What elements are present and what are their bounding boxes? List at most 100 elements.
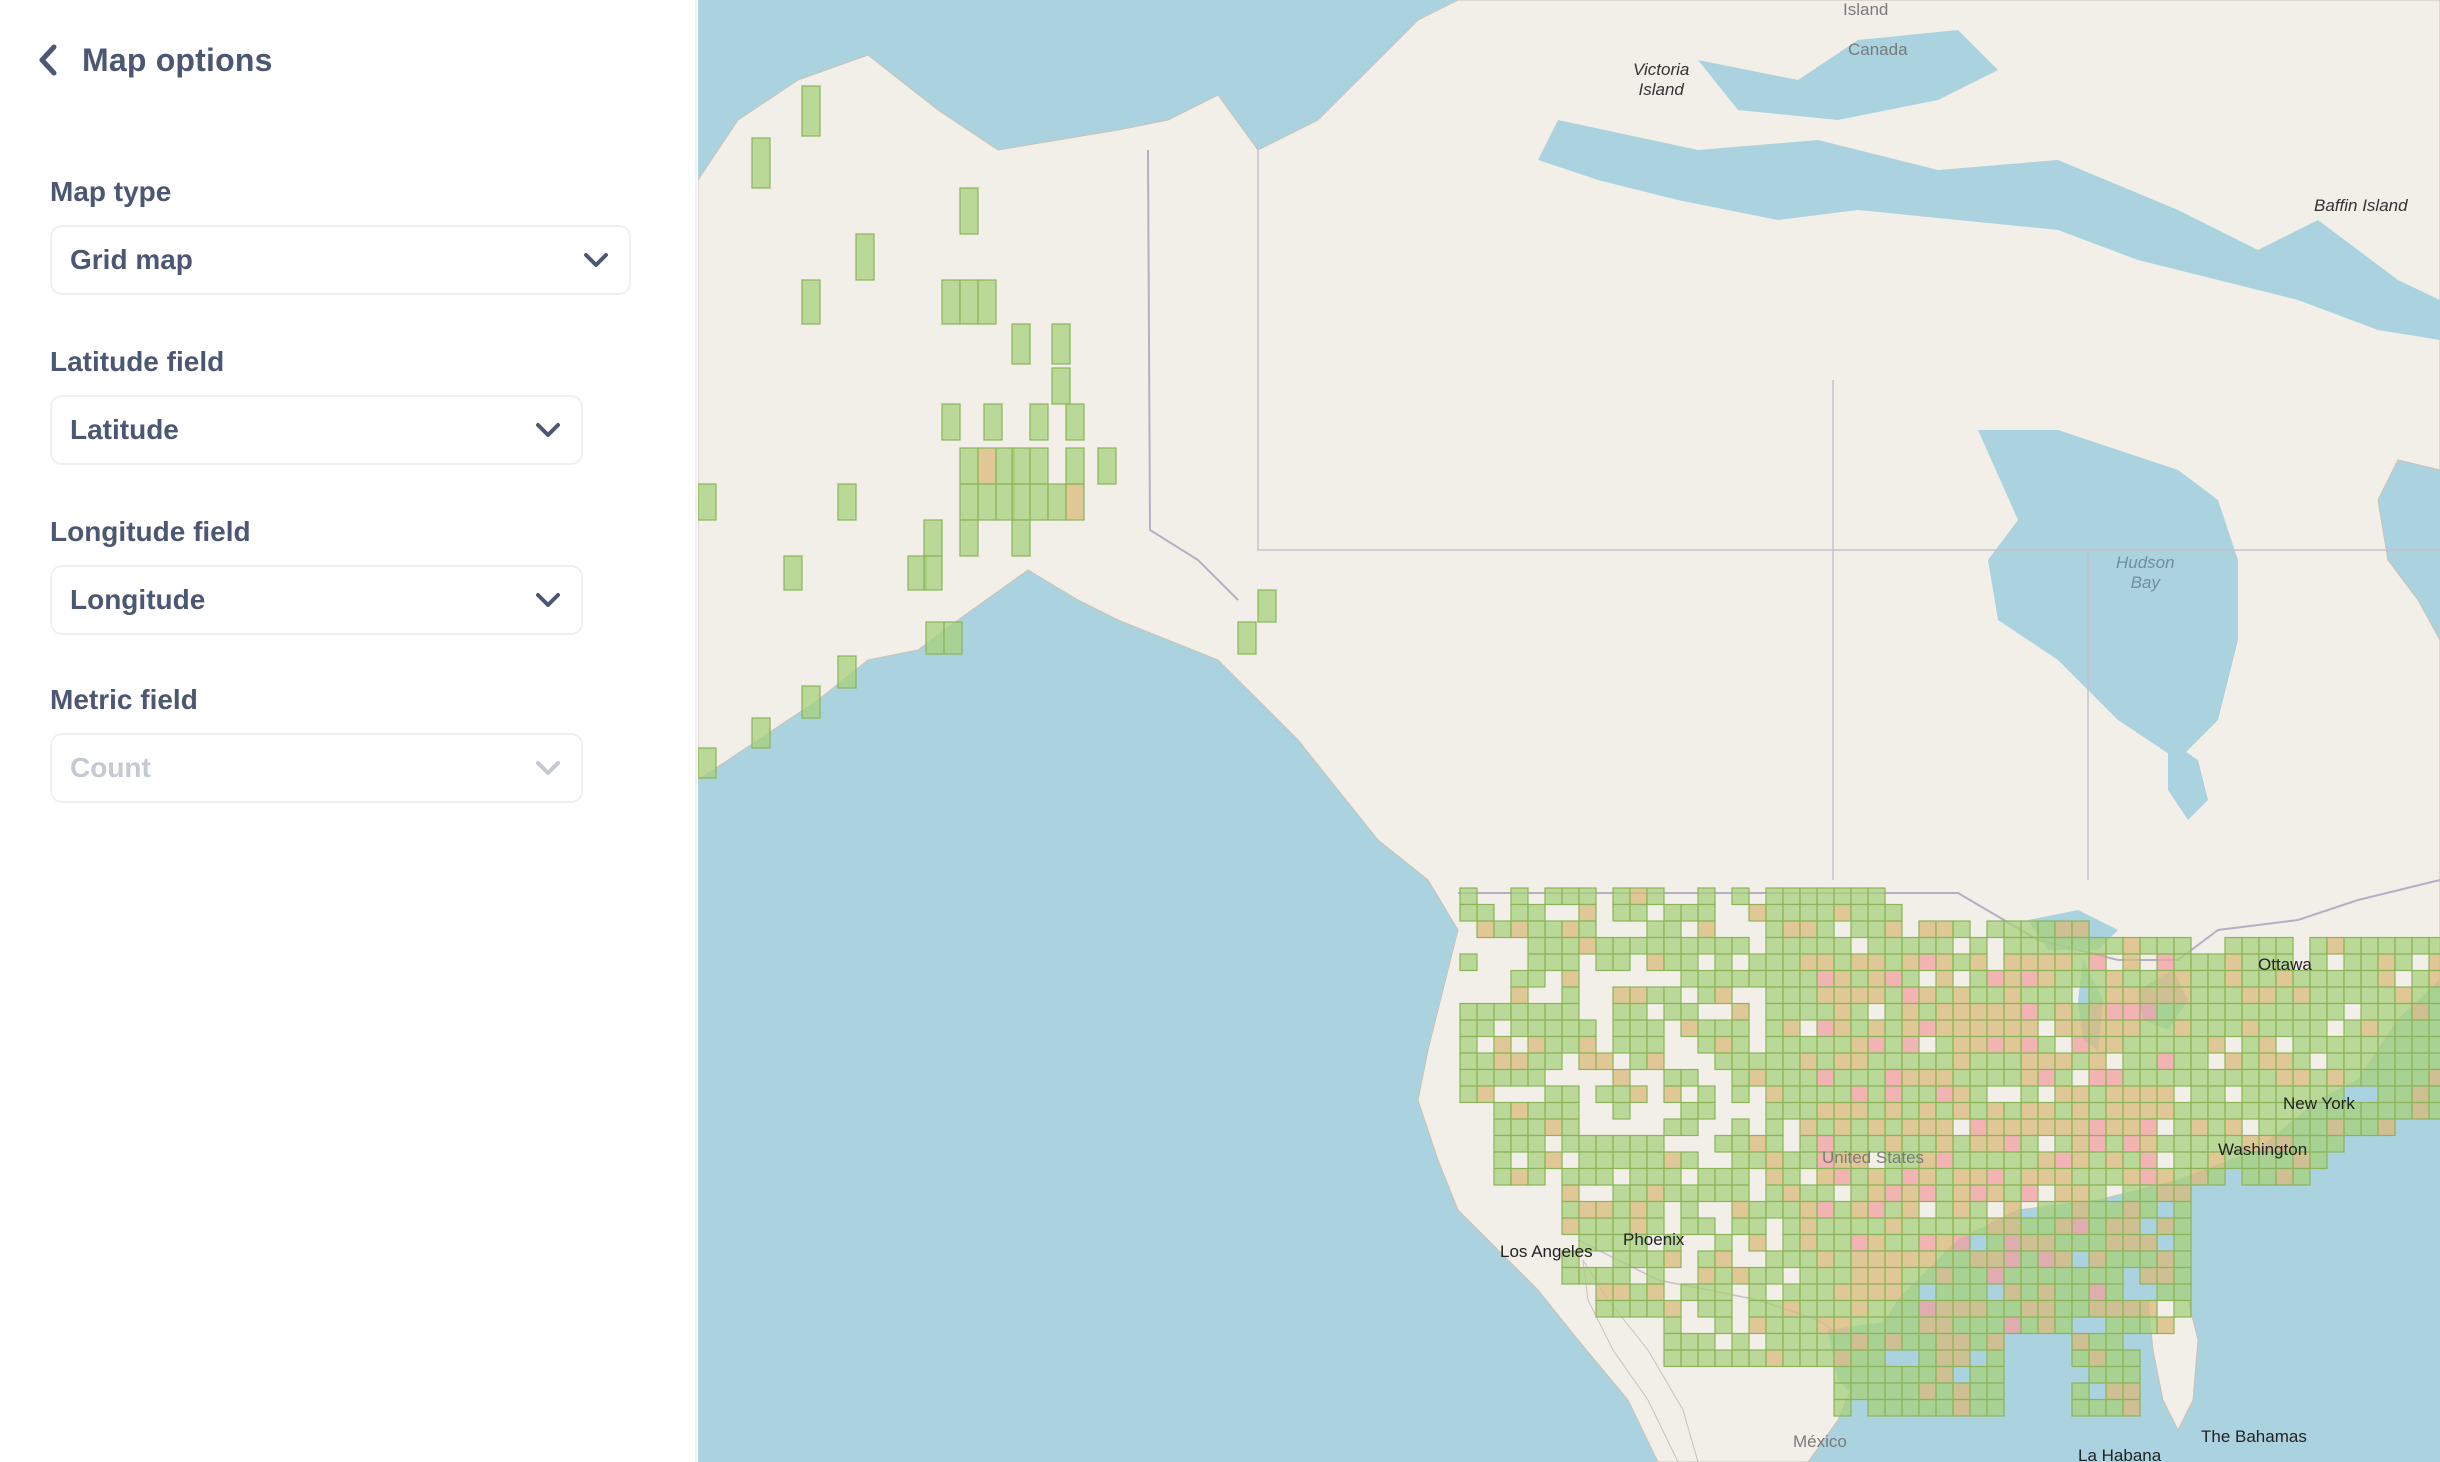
grid-cell[interactable] bbox=[2037, 1217, 2056, 1236]
grid-cell[interactable] bbox=[1697, 1035, 1716, 1054]
grid-cell[interactable] bbox=[1816, 1200, 1835, 1219]
grid-cell[interactable] bbox=[1697, 986, 1716, 1005]
grid-cell[interactable] bbox=[1714, 969, 1733, 988]
grid-cell[interactable] bbox=[1257, 589, 1277, 623]
grid-cell[interactable] bbox=[2054, 1151, 2073, 1170]
grid-cell[interactable] bbox=[2394, 1085, 2413, 1104]
grid-cell[interactable] bbox=[2292, 1118, 2311, 1137]
grid-cell[interactable] bbox=[1065, 483, 1085, 521]
grid-cell[interactable] bbox=[907, 555, 927, 591]
grid-cell[interactable] bbox=[2020, 1035, 2039, 1054]
grid-cell[interactable] bbox=[1952, 1299, 1971, 1318]
grid-cell[interactable] bbox=[1714, 1299, 1733, 1318]
grid-cell[interactable] bbox=[1697, 936, 1716, 955]
grid-cell[interactable] bbox=[1578, 903, 1597, 922]
grid-cell[interactable] bbox=[1493, 1167, 1512, 1186]
grid-cell[interactable] bbox=[1459, 887, 1478, 906]
grid-cell[interactable] bbox=[1782, 953, 1801, 972]
grid-cell[interactable] bbox=[1952, 1052, 1971, 1071]
grid-cell[interactable] bbox=[1884, 1101, 1903, 1120]
grid-cell[interactable] bbox=[1799, 1250, 1818, 1269]
grid-cell[interactable] bbox=[1850, 1184, 1869, 1203]
grid-cell[interactable] bbox=[1527, 1134, 1546, 1153]
grid-cell[interactable] bbox=[2037, 1118, 2056, 1137]
grid-cell[interactable] bbox=[1765, 1299, 1784, 1318]
grid-cell[interactable] bbox=[1986, 986, 2005, 1005]
grid-cell[interactable] bbox=[2054, 1316, 2073, 1335]
grid-cell[interactable] bbox=[1680, 969, 1699, 988]
grid-cell[interactable] bbox=[2088, 1035, 2107, 1054]
grid-cell[interactable] bbox=[751, 137, 771, 189]
grid-cell[interactable] bbox=[1561, 1266, 1580, 1285]
grid-cell[interactable] bbox=[1561, 1019, 1580, 1038]
grid-cell[interactable] bbox=[2275, 1019, 2294, 1038]
grid-cell[interactable] bbox=[1629, 1250, 1648, 1269]
grid-cell[interactable] bbox=[1986, 969, 2005, 988]
grid-cell[interactable] bbox=[2071, 953, 2090, 972]
grid-cell[interactable] bbox=[2309, 953, 2328, 972]
grid-cell[interactable] bbox=[1969, 1184, 1988, 1203]
grid-cell[interactable] bbox=[2003, 1184, 2022, 1203]
grid-cell[interactable] bbox=[1748, 1233, 1767, 1252]
grid-cell[interactable] bbox=[2394, 1101, 2413, 1120]
grid-cell[interactable] bbox=[1663, 1349, 1682, 1368]
grid-cell[interactable] bbox=[1510, 1002, 1529, 1021]
grid-cell[interactable] bbox=[1935, 920, 1954, 939]
grid-cell[interactable] bbox=[2122, 1052, 2141, 1071]
grid-cell[interactable] bbox=[2105, 936, 2124, 955]
grid-cell[interactable] bbox=[1782, 1184, 1801, 1203]
grid-cell[interactable] bbox=[2309, 1019, 2328, 1038]
grid-cell[interactable] bbox=[2190, 986, 2209, 1005]
grid-cell[interactable] bbox=[1850, 969, 1869, 988]
grid-cell[interactable] bbox=[1969, 1316, 1988, 1335]
grid-cell[interactable] bbox=[2088, 1233, 2107, 1252]
grid-cell[interactable] bbox=[1969, 1200, 1988, 1219]
grid-cell[interactable] bbox=[2071, 1134, 2090, 1153]
grid-cell[interactable] bbox=[1544, 1035, 1563, 1054]
grid-cell[interactable] bbox=[1816, 1217, 1835, 1236]
grid-cell[interactable] bbox=[1833, 1167, 1852, 1186]
grid-cell[interactable] bbox=[1850, 1200, 1869, 1219]
grid-cell[interactable] bbox=[1646, 1035, 1665, 1054]
grid-cell[interactable] bbox=[2309, 1134, 2328, 1153]
grid-cell[interactable] bbox=[2003, 1167, 2022, 1186]
grid-cell[interactable] bbox=[2003, 936, 2022, 955]
grid-cell[interactable] bbox=[2173, 1019, 2192, 1038]
grid-cell[interactable] bbox=[1935, 1134, 1954, 1153]
grid-cell[interactable] bbox=[1544, 920, 1563, 939]
grid-cell[interactable] bbox=[2173, 1250, 2192, 1269]
grid-cell[interactable] bbox=[1629, 1200, 1648, 1219]
grid-cell[interactable] bbox=[1663, 936, 1682, 955]
grid-cell[interactable] bbox=[1986, 1101, 2005, 1120]
grid-cell[interactable] bbox=[1884, 920, 1903, 939]
grid-cell[interactable] bbox=[1986, 1035, 2005, 1054]
grid-cell[interactable] bbox=[2377, 1101, 2396, 1120]
grid-cell[interactable] bbox=[1782, 887, 1801, 906]
grid-cell[interactable] bbox=[1901, 1382, 1920, 1401]
grid-cell[interactable] bbox=[2292, 1167, 2311, 1186]
grid-cell[interactable] bbox=[2122, 1398, 2141, 1417]
grid-cell[interactable] bbox=[2241, 1002, 2260, 1021]
grid-cell[interactable] bbox=[1816, 1068, 1835, 1087]
grid-cell[interactable] bbox=[1833, 1299, 1852, 1318]
grid-cell[interactable] bbox=[2122, 1217, 2141, 1236]
grid-cell[interactable] bbox=[1867, 1085, 1886, 1104]
grid-cell[interactable] bbox=[1850, 887, 1869, 906]
grid-cell[interactable] bbox=[1850, 1382, 1869, 1401]
grid-cell[interactable] bbox=[1901, 1266, 1920, 1285]
grid-cell[interactable] bbox=[1527, 1035, 1546, 1054]
grid-cell[interactable] bbox=[2088, 1068, 2107, 1087]
grid-cell[interactable] bbox=[2020, 936, 2039, 955]
grid-cell[interactable] bbox=[2156, 953, 2175, 972]
grid-cell[interactable] bbox=[1051, 367, 1071, 405]
grid-cell[interactable] bbox=[2105, 1101, 2124, 1120]
grid-cell[interactable] bbox=[1714, 953, 1733, 972]
grid-cell[interactable] bbox=[1561, 1200, 1580, 1219]
grid-cell[interactable] bbox=[2003, 1002, 2022, 1021]
grid-cell[interactable] bbox=[2411, 1085, 2430, 1104]
grid-cell[interactable] bbox=[1680, 1184, 1699, 1203]
grid-cell[interactable] bbox=[2241, 1035, 2260, 1054]
grid-cell[interactable] bbox=[1765, 1250, 1784, 1269]
grid-cell[interactable] bbox=[1544, 1052, 1563, 1071]
grid-cell[interactable] bbox=[2190, 1085, 2209, 1104]
